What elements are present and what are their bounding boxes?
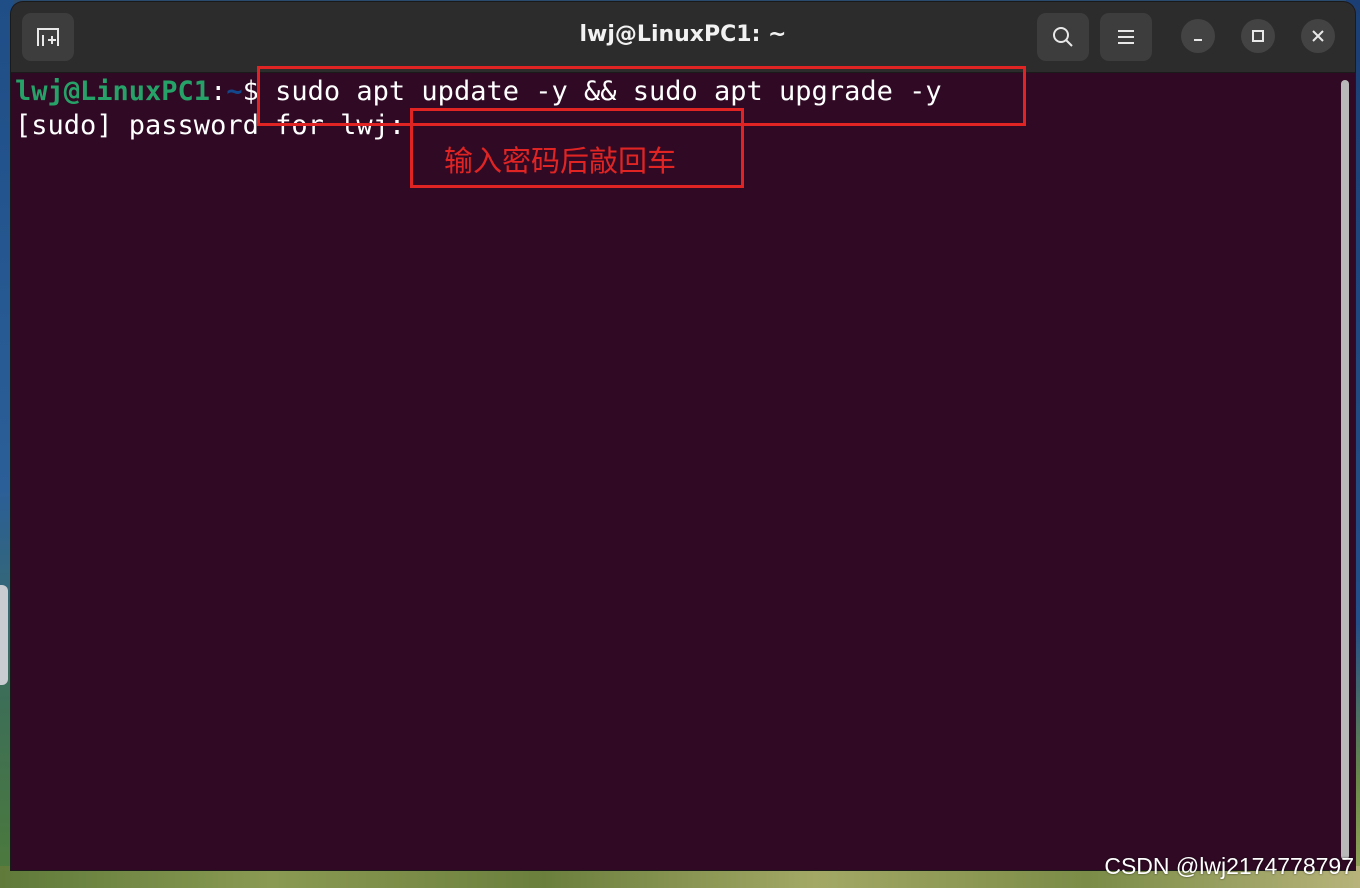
scrollbar[interactable] bbox=[1341, 80, 1349, 860]
close-button[interactable] bbox=[1301, 19, 1335, 53]
prompt-path: ~ bbox=[226, 76, 243, 107]
watermark: CSDN @lwj2174778797 bbox=[1104, 853, 1354, 879]
desktop-side-handle bbox=[0, 585, 8, 685]
prompt-user: lwj@LinuxPC1 bbox=[15, 76, 211, 107]
window-title: lwj@LinuxPC1: ~ bbox=[579, 22, 787, 47]
minimize-button[interactable] bbox=[1181, 19, 1215, 53]
terminal-output[interactable]: lwj@LinuxPC1:~$ sudo apt update -y && su… bbox=[11, 72, 1355, 870]
maximize-button[interactable] bbox=[1241, 19, 1275, 53]
menu-button[interactable] bbox=[1100, 13, 1152, 61]
maximize-icon bbox=[1252, 30, 1264, 42]
search-icon bbox=[1053, 27, 1073, 47]
prompt-colon: : bbox=[210, 76, 227, 107]
annotation-note: 输入密码后敲回车 bbox=[444, 144, 677, 178]
minimize-icon bbox=[1194, 39, 1202, 41]
close-icon bbox=[1312, 30, 1324, 42]
hamburger-menu-icon bbox=[1118, 30, 1134, 44]
titlebar: lwj@LinuxPC1: ~ bbox=[11, 2, 1355, 73]
search-button[interactable] bbox=[1037, 13, 1089, 61]
